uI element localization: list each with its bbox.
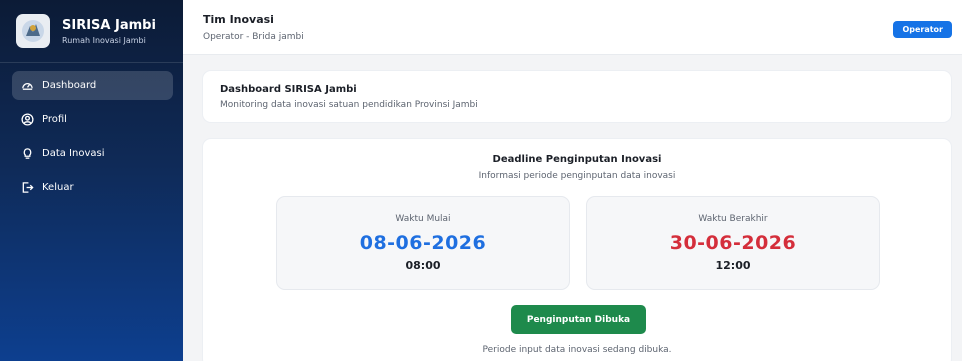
logout-icon — [20, 181, 34, 195]
end-time: 12:00 — [715, 259, 751, 272]
deadline-subtitle: Informasi periode penginputan data inova… — [478, 171, 676, 181]
dashboard-card-subtitle: Monitoring data inovasi satuan pendidika… — [220, 100, 478, 110]
sidebar-item-data-inovasi[interactable]: Data Inovasi — [12, 139, 173, 168]
sidebar-item-label: Data Inovasi — [42, 148, 105, 159]
start-time: 08:00 — [405, 259, 441, 272]
sidebar-item-label: Profil — [42, 114, 67, 125]
sidebar: SIRISA Jambi Rumah Inovasi Jambi Dashboa… — [0, 0, 183, 361]
end-label: Waktu Berakhir — [698, 214, 768, 224]
user-circle-icon — [20, 113, 34, 127]
top-header: Tim Inovasi Operator - Brida jambi Opera… — [183, 0, 962, 55]
start-date: 08-06-2026 — [359, 232, 487, 254]
dashboard-card-title: Dashboard SIRISA Jambi — [220, 84, 357, 95]
sidebar-item-label: Keluar — [42, 182, 74, 193]
deadline-card: Deadline Penginputan Inovasi Informasi p… — [202, 138, 952, 361]
deadline-title: Deadline Penginputan Inovasi — [492, 154, 662, 165]
page-subtitle: Operator - Brida jambi — [203, 32, 304, 42]
start-time-box: Waktu Mulai 08-06-2026 08:00 — [276, 196, 570, 290]
brand-subtitle: Rumah Inovasi Jambi — [62, 35, 146, 45]
page-title: Tim Inovasi — [203, 13, 274, 26]
end-date: 30-06-2026 — [669, 232, 797, 254]
end-time-box: Waktu Berakhir 30-06-2026 12:00 — [586, 196, 880, 290]
gauge-icon — [20, 79, 34, 93]
logo-icon — [16, 14, 50, 48]
operator-role-button[interactable]: Operator — [893, 21, 952, 38]
brand-title: SIRISA Jambi — [62, 17, 156, 33]
sidebar-item-dashboard[interactable]: Dashboard — [12, 71, 173, 100]
input-open-button[interactable]: Penginputan Dibuka — [511, 305, 646, 334]
sidebar-item-profil[interactable]: Profil — [12, 105, 173, 134]
lightbulb-icon — [20, 147, 34, 161]
sidebar-menu: Dashboard Profil Data Inovasi Keluar — [0, 63, 183, 202]
sidebar-item-keluar[interactable]: Keluar — [12, 173, 173, 202]
dashboard-info-card: Dashboard SIRISA Jambi Monitoring data i… — [202, 70, 952, 123]
sidebar-item-label: Dashboard — [42, 80, 97, 91]
status-note: Periode input data inovasi sedang dibuka… — [482, 345, 672, 355]
brand: SIRISA Jambi Rumah Inovasi Jambi — [0, 0, 183, 63]
start-label: Waktu Mulai — [395, 214, 451, 224]
